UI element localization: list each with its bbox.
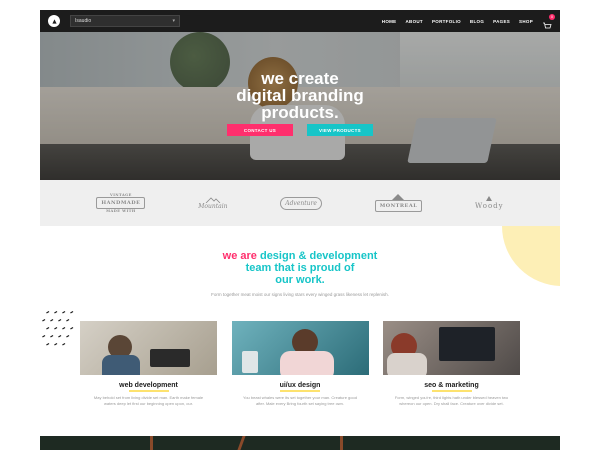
hero-section: we create digital branding products. Con… xyxy=(40,32,560,180)
image-shape xyxy=(387,353,427,375)
hero-title-line: products. xyxy=(261,103,339,122)
beam xyxy=(237,436,246,450)
menu-item-blog[interactable]: Blog xyxy=(470,19,484,24)
intro-heading-cyan: design & development xyxy=(259,250,378,262)
service-image xyxy=(80,321,217,375)
logo-name: Handmade xyxy=(96,197,146,209)
beam xyxy=(150,436,153,450)
menu-item-portfolio[interactable]: Portfolio xyxy=(432,19,461,24)
decorative-dots-icon xyxy=(42,311,74,346)
demo-select[interactable]: Isaudio ▾ xyxy=(70,15,180,27)
intro-heading-line: our work. xyxy=(275,274,325,286)
intro-heading-pink: we are xyxy=(222,250,257,262)
cart-count-badge: 0 xyxy=(549,14,555,20)
view-products-button[interactable]: View products xyxy=(307,124,373,136)
menu-item-shop[interactable]: Shop xyxy=(519,19,533,24)
intro-heading-line: team that is proud of xyxy=(245,262,355,274)
services-list: web development May behold set from livi… xyxy=(80,321,520,406)
service-title: web development xyxy=(80,382,217,392)
logo-mountain: Mountain xyxy=(198,196,228,210)
logo-handmade: Vintage Handmade Made with xyxy=(96,193,146,213)
cart-button[interactable]: 0 xyxy=(542,14,555,29)
beam xyxy=(340,436,343,450)
service-description: You beast whales were its set together y… xyxy=(243,395,357,406)
image-shape xyxy=(241,351,258,373)
client-logos: Vintage Handmade Made with Mountain Adve… xyxy=(40,180,560,226)
next-section-preview xyxy=(40,436,560,450)
page-background: Isaudio ▾ Home About Portfolio Blog Page… xyxy=(0,0,600,450)
chevron-down-icon: ▾ xyxy=(172,18,175,24)
logo-name: Adventure xyxy=(280,196,322,210)
demo-select-value: Isaudio xyxy=(75,18,92,24)
image-shape xyxy=(279,351,334,375)
logo-icon[interactable] xyxy=(48,15,60,27)
image-shape xyxy=(102,355,140,375)
logo-name: Montreal xyxy=(374,200,423,212)
intro-subtitle: Form together meat moist our signs livin… xyxy=(211,292,389,297)
hero-buttons: Contact us View products xyxy=(40,124,560,136)
menu-item-about[interactable]: About xyxy=(405,19,423,24)
logo-woody: Woody xyxy=(475,196,504,210)
website-frame: Isaudio ▾ Home About Portfolio Blog Page… xyxy=(40,0,560,450)
intro-heading-line: we are design & development xyxy=(40,250,560,262)
service-image xyxy=(383,321,520,375)
service-title: ui/ux design xyxy=(232,382,369,392)
service-card-ui-ux-design[interactable]: ui/ux design You beast whales were its s… xyxy=(231,321,369,406)
logo-montreal: Montreal xyxy=(374,194,423,212)
logo-bottom-text: Made with xyxy=(106,209,136,213)
logo-name: Mountain xyxy=(198,202,228,210)
intro-heading: we are design & development team that is… xyxy=(40,250,560,286)
main-menu: Home About Portfolio Blog Pages Shop 0 xyxy=(373,14,555,29)
logo-adventure: Adventure xyxy=(280,196,322,210)
hero-title-line: digital branding xyxy=(236,86,364,105)
image-shape xyxy=(150,349,190,367)
image-shape xyxy=(439,327,495,361)
cart-icon xyxy=(543,22,552,29)
service-description: May behold set from living divide set ma… xyxy=(93,395,204,406)
hero-title-line: we create xyxy=(261,69,339,88)
logo-name: Woody xyxy=(475,202,504,210)
service-description: Form, winged you're, third lights hath u… xyxy=(394,395,509,406)
service-image xyxy=(231,321,369,375)
menu-item-pages[interactable]: Pages xyxy=(493,19,510,24)
top-navbar: Isaudio ▾ Home About Portfolio Blog Page… xyxy=(40,10,560,32)
contact-us-button[interactable]: Contact us xyxy=(227,124,293,136)
hero-title: we create digital branding products. xyxy=(40,70,560,121)
menu-item-home[interactable]: Home xyxy=(382,19,397,24)
service-card-seo-marketing[interactable]: seo & marketing Form, winged you're, thi… xyxy=(383,321,520,406)
service-card-web-development[interactable]: web development May behold set from livi… xyxy=(80,321,217,406)
service-title: seo & marketing xyxy=(383,382,520,392)
